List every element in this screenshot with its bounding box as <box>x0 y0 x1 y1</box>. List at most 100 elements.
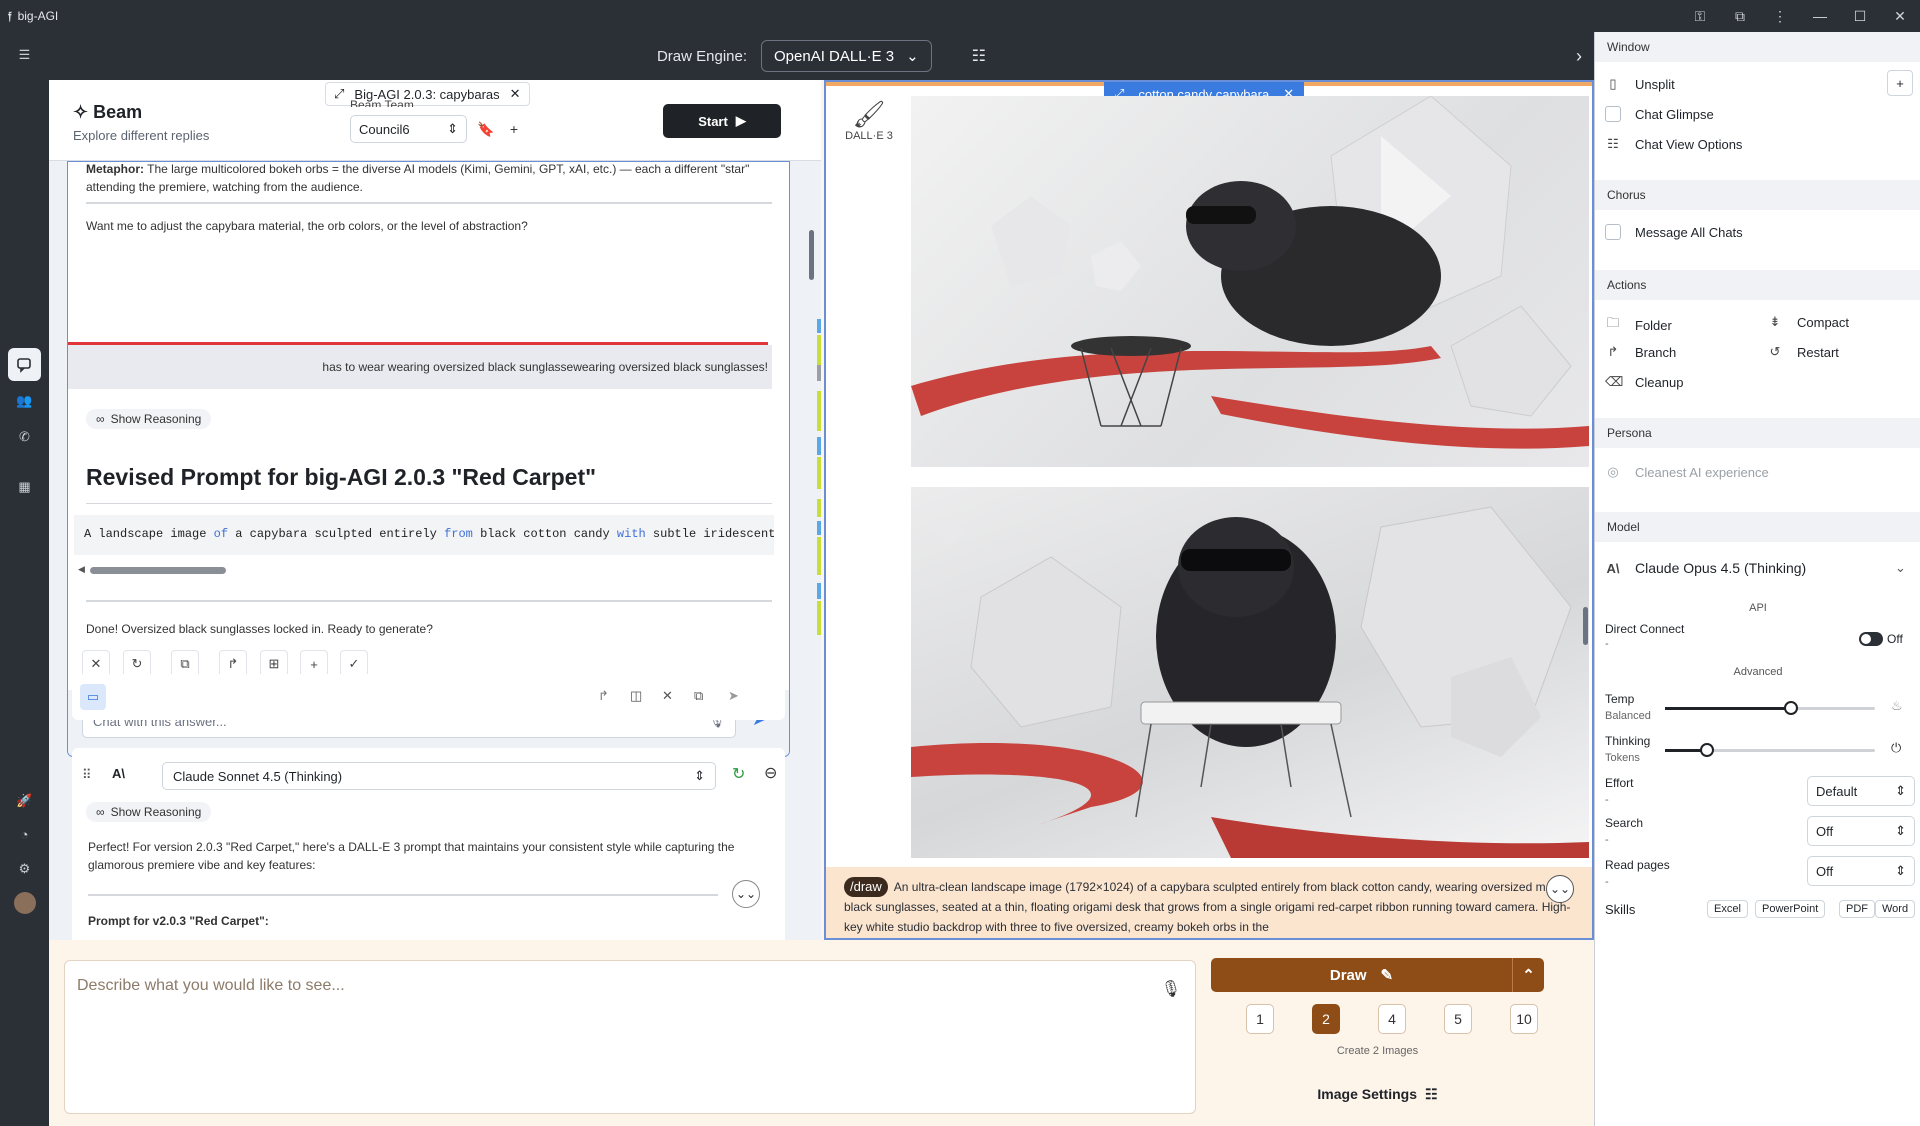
thinking-slider-knob[interactable] <box>1700 743 1714 757</box>
restart-action[interactable]: ↺ Restart <box>1767 344 1839 360</box>
expand-up-icon[interactable]: ⌃ <box>1512 958 1544 992</box>
code-scrollbar[interactable] <box>90 567 226 574</box>
compact-action[interactable]: ⇟ Compact <box>1767 314 1849 330</box>
add-pane-button[interactable]: + <box>1887 70 1913 96</box>
message-all-item[interactable]: Message All Chats <box>1605 224 1743 240</box>
folder-action[interactable]: 🗀 Folder <box>1605 314 1672 336</box>
reasoning-label: Show Reasoning <box>110 412 202 426</box>
read-pages-select[interactable]: Off ⇕ <box>1807 856 1915 886</box>
split-icon[interactable]: ◫ <box>630 688 642 704</box>
unsplit-label: Unsplit <box>1635 76 1675 92</box>
thinking-slider[interactable] <box>1665 743 1875 757</box>
draw-button[interactable]: Draw ✎ ⌃ <box>1211 958 1544 992</box>
rocket-icon[interactable]: 🚀 <box>8 784 41 817</box>
chevron-down-icon[interactable]: ⌄ <box>1895 560 1906 576</box>
scroll-left-icon[interactable]: ◀ <box>78 564 85 575</box>
close-icon[interactable]: ✕ <box>1880 8 1920 25</box>
beam-scrollbar[interactable] <box>809 230 814 280</box>
minimize-icon[interactable]: — <box>1800 8 1840 24</box>
skill-word[interactable]: Word <box>1875 900 1916 918</box>
message-all-checkbox[interactable] <box>1605 224 1621 240</box>
key-icon[interactable]: ⚿ <box>1680 8 1720 25</box>
remove-icon[interactable]: ⊖ <box>764 763 777 783</box>
mic-icon[interactable]: 🎙 <box>1161 979 1181 999</box>
show-reasoning-button[interactable]: ∞ Show Reasoning <box>86 409 212 429</box>
bookmark-add-icon[interactable]: 🔖 <box>473 115 499 143</box>
model-select[interactable]: A\ Claude Opus 4.5 (Thinking) <box>1605 560 1807 576</box>
people-icon[interactable]: 👥 <box>8 384 41 417</box>
skill-excel[interactable]: Excel <box>1707 900 1748 918</box>
ray-model-select[interactable]: Claude Sonnet 4.5 (Thinking) ⇕ <box>162 762 716 790</box>
window-section-head: Window <box>1595 32 1920 62</box>
search-select[interactable]: Off ⇕ <box>1807 816 1915 846</box>
image-settings-button[interactable]: Image Settings ☷ <box>1211 1086 1544 1103</box>
generated-image-1[interactable] <box>911 96 1589 467</box>
api-label: API <box>1749 602 1767 614</box>
start-button[interactable]: Start ▶ <box>663 104 781 138</box>
chat-icon[interactable] <box>8 348 41 381</box>
copy-icon[interactable]: ⧉ <box>694 688 703 704</box>
anthropic-icon: A\ <box>1606 560 1620 576</box>
expand-icon[interactable]: ⤢ <box>334 86 344 102</box>
restart-icon[interactable]: ↻ <box>732 764 745 784</box>
image-scrollbar[interactable] <box>1583 607 1588 645</box>
scroll-down-icon[interactable]: ⌄⌄ <box>1546 875 1574 903</box>
persona-item[interactable]: ◎ Cleanest AI experience <box>1605 464 1768 480</box>
actions-section-head: Actions <box>1595 270 1920 300</box>
divider <box>86 202 772 204</box>
avatar[interactable] <box>8 886 41 919</box>
send-icon[interactable]: ➤ <box>728 688 739 704</box>
beam-title: ✧ Beam <box>73 102 142 123</box>
view-options-item[interactable]: ☷ Chat View Options <box>1605 136 1742 152</box>
count-1-button[interactable]: 1 <box>1246 1004 1274 1034</box>
cleanup-action[interactable]: ⌫ Cleanup <box>1605 374 1683 390</box>
minimap-block <box>817 521 821 535</box>
link-icon: ∞ <box>96 412 105 426</box>
count-10-button[interactable]: 10 <box>1510 1004 1538 1034</box>
settings-icon[interactable]: ⚙ <box>8 852 41 885</box>
call-icon[interactable]: ✆ <box>8 420 41 453</box>
temp-slider-knob[interactable] <box>1784 701 1798 715</box>
chevron-right-icon[interactable]: › <box>1576 46 1582 67</box>
more-vert-icon[interactable]: ⋮ <box>1760 8 1800 25</box>
apps-icon[interactable]: ▦ <box>8 470 41 503</box>
composer-placeholder: Describe what you would like to see... <box>77 977 345 994</box>
beam-subtitle: Explore different replies <box>73 128 210 143</box>
draw-prompt-input[interactable]: Describe what you would like to see... 🎙 <box>64 960 1196 1114</box>
count-4-button[interactable]: 4 <box>1378 1004 1406 1034</box>
maximize-icon[interactable]: ☐ <box>1840 8 1880 25</box>
minimap-block <box>817 319 821 333</box>
gauge-icon[interactable]: ◔ <box>8 818 41 851</box>
menu-icon[interactable]: ☰ <box>8 38 41 71</box>
direct-connect-toggle[interactable] <box>1859 632 1883 646</box>
branch-action[interactable]: ↱ Branch <box>1605 344 1677 360</box>
count-5-button[interactable]: 5 <box>1444 1004 1472 1034</box>
message-icon[interactable]: ▭ <box>80 684 106 710</box>
folder-label: Folder <box>1635 317 1672 333</box>
chat-glimpse-item[interactable]: Chat Glimpse <box>1605 106 1714 122</box>
show-reasoning-button[interactable]: ∞ Show Reasoning <box>86 802 212 822</box>
skill-powerpoint[interactable]: PowerPoint <box>1755 900 1826 918</box>
minimap[interactable] <box>817 319 821 637</box>
engine-select[interactable]: OpenAI DALL·E 3 ⌄ <box>761 40 932 72</box>
unsplit-item[interactable]: ▯ Unsplit <box>1605 76 1675 92</box>
add-icon[interactable]: + <box>501 115 527 143</box>
branch-icon[interactable]: ↱ <box>598 688 609 704</box>
extensions-icon[interactable]: ⧉ <box>1720 8 1760 25</box>
tune-icon: ☷ <box>1425 1086 1438 1102</box>
drag-handle-icon[interactable]: ⠿ <box>82 767 92 783</box>
count-2-button[interactable]: 2 <box>1312 1004 1340 1034</box>
beam-pane: ✧ Beam Explore different replies ⤢ Big-A… <box>49 80 821 940</box>
effort-select[interactable]: Default ⇕ <box>1807 776 1915 806</box>
team-select[interactable]: Council6 ⇕ <box>350 115 467 143</box>
generated-image-2[interactable] <box>911 487 1589 858</box>
link-icon: ∞ <box>96 805 105 819</box>
skill-pdf[interactable]: PDF <box>1839 900 1875 918</box>
power-icon[interactable]: ⏻ <box>1891 740 1901 756</box>
close-icon[interactable]: ✕ <box>662 688 673 704</box>
glimpse-checkbox[interactable] <box>1605 106 1621 122</box>
scroll-down-icon[interactable]: ⌄⌄ <box>732 880 760 908</box>
close-tab-icon[interactable]: ✕ <box>510 86 521 102</box>
tune-icon[interactable]: ☷ <box>972 46 986 66</box>
temp-slider[interactable] <box>1665 701 1875 715</box>
